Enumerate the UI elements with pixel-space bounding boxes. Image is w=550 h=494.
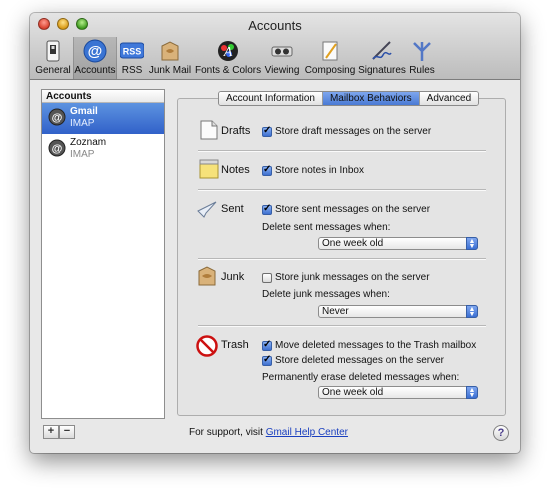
trash-icon <box>196 335 218 357</box>
toolbar-label: Signatures <box>358 65 406 76</box>
add-account-button[interactable]: + <box>43 425 59 439</box>
svg-text:RSS: RSS <box>123 47 142 57</box>
store-notes-label: Store notes in Inbox <box>275 165 364 176</box>
window-title: Accounts <box>248 18 302 33</box>
junk-title: Junk <box>221 271 245 283</box>
divider <box>198 258 486 259</box>
rules-icon <box>413 42 431 61</box>
erase-trash-select[interactable]: One week old ▲ ▼ <box>318 386 478 399</box>
junk-mail-icon <box>161 41 179 61</box>
toolbar-label: Viewing <box>264 65 300 76</box>
svg-text:@: @ <box>52 112 63 124</box>
toolbar-label: Junk Mail <box>148 65 192 76</box>
store-drafts-checkbox[interactable] <box>262 125 272 137</box>
delete-sent-select[interactable]: One week old ▲ ▼ <box>318 237 478 250</box>
at-sign-icon: @ <box>83 39 107 63</box>
toolbar-label: RSS <box>121 65 143 76</box>
delete-junk-value: Never <box>322 306 349 317</box>
delete-sent-value: One week old <box>322 238 384 249</box>
chevron-up-down-icon: ▲ ▼ <box>466 386 478 399</box>
toolbar-label: General <box>35 65 71 76</box>
account-item-gmail[interactable]: @ Gmail IMAP <box>42 103 164 134</box>
accounts-list-header: Accounts <box>42 90 164 103</box>
support-text: For support, visit Gmail Help Center <box>189 427 348 438</box>
move-to-trash-checkbox[interactable] <box>262 339 272 351</box>
store-sent-label: Store sent messages on the server <box>275 204 431 215</box>
composing-icon <box>322 41 338 61</box>
toolbar-junk-mail[interactable]: Junk Mail <box>148 37 192 79</box>
divider <box>198 150 486 151</box>
move-to-trash-label: Move deleted messages to the Trash mailb… <box>275 340 477 351</box>
tab-account-information[interactable]: Account Information <box>219 92 323 105</box>
divider <box>198 189 486 190</box>
help-center-link[interactable]: Gmail Help Center <box>266 427 348 438</box>
general-switch-icon <box>46 40 60 62</box>
mailbox-behaviors-panel: Drafts Store draft messages on the serve… <box>177 98 506 416</box>
notes-title: Notes <box>221 164 250 176</box>
toolbar-rules[interactable]: Rules <box>408 37 436 79</box>
tab-advanced[interactable]: Advanced <box>419 92 479 105</box>
store-junk-label: Store junk messages on the server <box>275 272 430 283</box>
chevron-up-down-icon: ▲ ▼ <box>466 237 478 250</box>
signatures-icon <box>372 41 392 60</box>
at-sign-icon: @ <box>48 139 66 157</box>
store-drafts-label: Store draft messages on the server <box>275 126 432 137</box>
viewing-icon <box>271 46 293 57</box>
fonts-colors-icon: A <box>218 41 238 61</box>
svg-text:A: A <box>223 45 233 60</box>
support-prefix: For support, visit <box>189 427 266 438</box>
svg-text:@: @ <box>52 143 63 155</box>
preferences-window: Accounts General @ Accounts RSS RSS Junk… <box>30 13 520 453</box>
account-name: Zoznam <box>70 137 107 148</box>
toolbar-composing[interactable]: Composing <box>304 37 356 79</box>
erase-trash-value: One week old <box>322 387 384 398</box>
account-type: IMAP <box>70 118 95 129</box>
sent-title: Sent <box>221 203 244 215</box>
rss-icon: RSS <box>120 42 144 59</box>
junk-icon <box>198 266 216 286</box>
toolbar-label: Accounts <box>74 65 116 76</box>
toolbar-signatures[interactable]: Signatures <box>358 37 406 79</box>
store-sent-checkbox[interactable] <box>262 203 272 215</box>
toolbar-viewing[interactable]: Viewing <box>263 37 301 79</box>
divider <box>198 325 486 326</box>
help-button[interactable]: ? <box>493 425 509 441</box>
account-type: IMAP <box>70 149 95 160</box>
toolbar-general[interactable]: General <box>34 37 72 79</box>
delete-junk-select[interactable]: Never ▲ ▼ <box>318 305 478 318</box>
store-notes-checkbox[interactable] <box>262 164 272 176</box>
sent-icon <box>197 201 217 218</box>
chevron-up-down-icon: ▲ ▼ <box>466 305 478 318</box>
toolbar-rss[interactable]: RSS RSS <box>118 37 146 79</box>
tab-mailbox-behaviors[interactable]: Mailbox Behaviors <box>322 92 420 105</box>
remove-account-button[interactable]: − <box>59 425 75 439</box>
toolbar-label: Fonts & Colors <box>195 65 262 76</box>
at-sign-icon: @ <box>48 108 66 126</box>
toolbar: Accounts General @ Accounts RSS RSS Junk… <box>30 13 520 80</box>
svg-text:@: @ <box>88 43 103 60</box>
toolbar-accounts[interactable]: @ Accounts <box>73 37 117 79</box>
trash-title: Trash <box>221 339 249 351</box>
tab-bar: Account Information Mailbox Behaviors Ad… <box>218 91 480 106</box>
drafts-icon <box>200 120 218 140</box>
toolbar-label: Rules <box>409 65 435 76</box>
toolbar-label: Composing <box>304 65 356 76</box>
store-trash-checkbox[interactable] <box>262 354 272 366</box>
delete-junk-label: Delete junk messages when: <box>262 289 390 300</box>
erase-trash-label: Permanently erase deleted messages when: <box>262 372 460 383</box>
store-trash-label: Store deleted messages on the server <box>275 355 444 366</box>
store-junk-checkbox[interactable] <box>262 273 272 283</box>
notes-icon <box>199 159 219 179</box>
account-name: Gmail <box>70 106 98 117</box>
toolbar-fonts-colors[interactable]: A Fonts & Colors <box>195 37 261 79</box>
accounts-list: Accounts @ Gmail IMAP @ Zoznam IMAP <box>41 89 165 419</box>
title-bar: Accounts <box>30 13 520 35</box>
drafts-title: Drafts <box>221 125 251 137</box>
account-item-zoznam[interactable]: @ Zoznam IMAP <box>42 134 164 165</box>
delete-sent-label: Delete sent messages when: <box>262 222 391 233</box>
